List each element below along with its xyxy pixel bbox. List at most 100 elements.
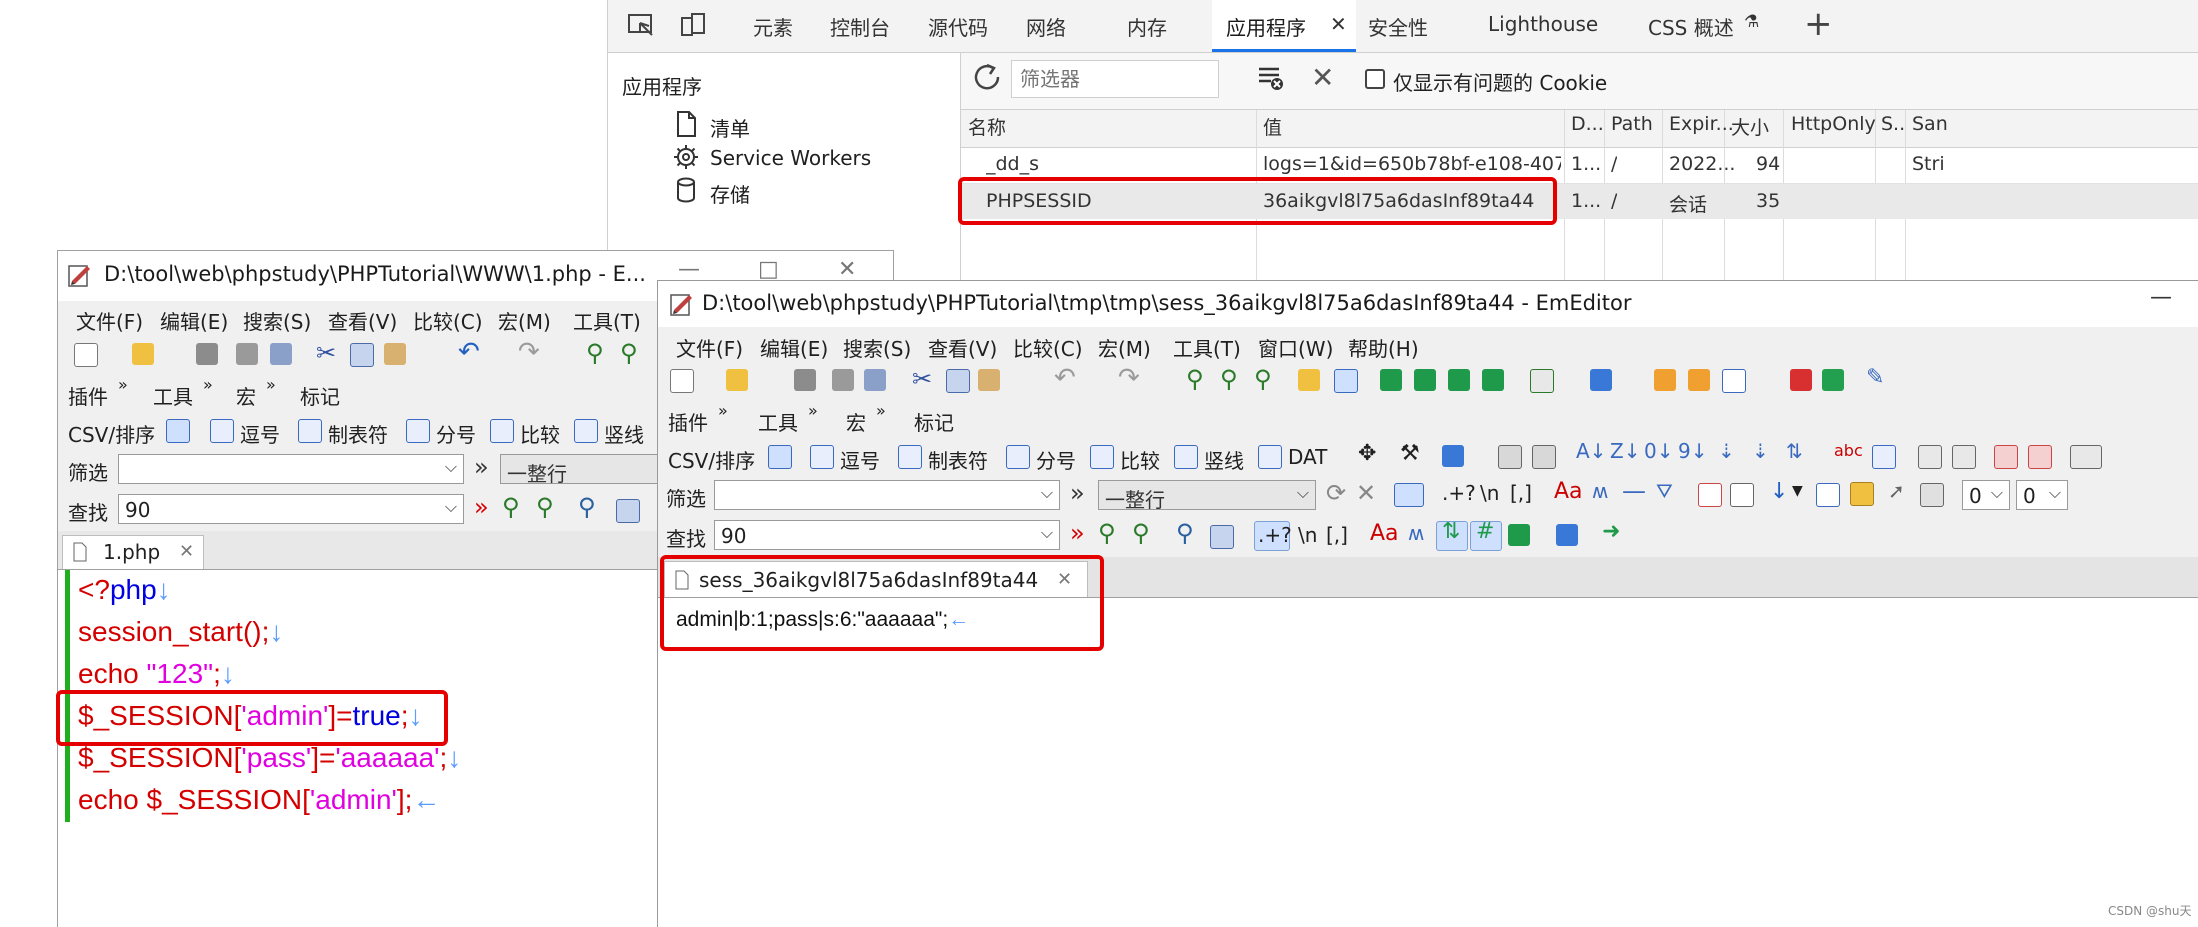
calendar-icon[interactable] (1872, 445, 1896, 469)
column-icon-2[interactable] (1532, 445, 1556, 469)
refresh-icon[interactable] (973, 63, 1003, 93)
dropdown-icon[interactable]: ▼ (1792, 483, 1803, 499)
csv-sort-label[interactable]: CSV/排序 (668, 445, 755, 474)
match-case-icon[interactable]: Aa (1554, 479, 1583, 504)
only-issues-checkbox[interactable] (1365, 69, 1385, 89)
lock-icon[interactable] (1850, 482, 1874, 506)
clear-filter-icon[interactable] (1257, 65, 1285, 91)
tab-memory[interactable]: 内存 (1127, 12, 1167, 41)
menu-edit[interactable]: 编辑(E) (760, 333, 828, 362)
toolbar-green-icon-1[interactable] (1380, 369, 1402, 391)
escape-seq-icon[interactable]: \n (1480, 481, 1499, 505)
dash-icon[interactable]: — (1622, 477, 1646, 505)
menu-search[interactable]: 搜索(S) (843, 333, 911, 362)
close-tab-icon[interactable]: ✕ (179, 541, 194, 562)
regex-icon[interactable]: .+? (1442, 481, 1476, 505)
print-preview-icon[interactable] (864, 369, 886, 391)
copy-icon[interactable] (350, 343, 374, 367)
find-all-icon[interactable] (1210, 525, 1234, 549)
tab-elements[interactable]: 元素 (753, 12, 793, 41)
find-next-icon[interactable]: ⚲ (536, 493, 554, 521)
csv-tools-icon[interactable]: ⚒ (1400, 441, 1420, 466)
properties-icon[interactable] (1654, 369, 1676, 391)
menu-compare[interactable]: 比较(C) (1013, 333, 1083, 362)
csv-tab[interactable]: 制表符 (928, 445, 988, 474)
csv-compare[interactable]: 比较 (520, 419, 560, 448)
open-folder-icon[interactable] (132, 343, 154, 365)
tab-sources[interactable]: 源代码 (928, 12, 988, 41)
close-icon[interactable]: ✕ (1330, 12, 1347, 36)
find-previous-icon[interactable]: ⚲ (1098, 519, 1116, 547)
menu-tools[interactable]: 工具(T) (1173, 333, 1241, 362)
report-icon-1[interactable] (1698, 483, 1722, 507)
stop-icon[interactable] (1790, 369, 1812, 391)
print-icon[interactable] (832, 369, 854, 391)
csv-grid-icon[interactable] (768, 445, 792, 469)
sort-az-icon[interactable]: A↓ (1576, 439, 1606, 463)
sort-length-desc-icon[interactable]: ⇣ (1752, 439, 1769, 463)
escape-seq-icon[interactable]: \n (1298, 523, 1317, 547)
match-case-icon[interactable]: Aa (1370, 521, 1399, 546)
column-header-value[interactable]: 值 (1263, 113, 1282, 140)
numeric-select-2[interactable]: 0 ⌵ (2016, 480, 2068, 510)
settings-icon[interactable] (1920, 483, 1944, 507)
save-icon[interactable] (794, 369, 816, 391)
filter-input[interactable]: ⌵ (118, 454, 464, 484)
print-preview-icon[interactable] (270, 343, 292, 365)
split-icon-1[interactable] (1918, 445, 1942, 469)
open-folder-icon[interactable] (726, 369, 748, 391)
csv-tab[interactable]: 制表符 (328, 419, 388, 448)
find-all-icon[interactable] (616, 499, 640, 523)
chevron-icon[interactable]: » (474, 493, 489, 521)
menu-compare[interactable]: 比较(C) (413, 306, 483, 335)
chevron-icon[interactable]: » (1070, 479, 1085, 507)
find-next-icon[interactable]: ⚲ (1132, 519, 1150, 547)
column-header-path[interactable]: Path (1611, 113, 1653, 135)
brackets-icon[interactable]: [,] (1510, 481, 1532, 505)
list-icon[interactable] (1508, 524, 1530, 546)
clear-filter-icon[interactable]: ✕ (1356, 479, 1376, 507)
find-icon[interactable]: ⚲ (586, 339, 604, 367)
pin-icon[interactable]: ✎ (1866, 365, 1884, 390)
ruler-icon-1[interactable] (1994, 445, 2018, 469)
more-options-icon[interactable] (2070, 445, 2102, 469)
paste-icon[interactable] (384, 343, 406, 365)
toolbar-markers[interactable]: 标记 (914, 407, 954, 436)
undo-icon[interactable]: ↶ (458, 337, 480, 367)
find-next-icon[interactable]: ⚲ (1220, 365, 1238, 393)
menu-tools[interactable]: 工具(T) (573, 306, 641, 335)
menu-macro[interactable]: 宏(M) (498, 306, 551, 335)
cookie-filter-input[interactable] (1011, 60, 1219, 98)
toolbar-green-icon-4[interactable] (1482, 369, 1504, 391)
document-tab[interactable]: 1.php ✕ (62, 535, 204, 570)
sort-90-icon[interactable]: 9↓ (1678, 439, 1707, 463)
chevron-icon[interactable]: » (474, 453, 489, 481)
device-toolbar-icon[interactable] (680, 12, 706, 38)
menu-view[interactable]: 查看(V) (928, 333, 997, 362)
toolbar-macro[interactable]: 宏 (846, 407, 866, 436)
inspect-element-icon[interactable] (628, 14, 654, 36)
csv-semicolon[interactable]: 分号 (1036, 445, 1076, 474)
redo-icon[interactable]: ↷ (1118, 363, 1140, 393)
find-input[interactable]: 90 ⌵ (714, 520, 1060, 550)
brackets-icon[interactable]: [,] (1326, 523, 1348, 547)
menu-search[interactable]: 搜索(S) (243, 306, 311, 335)
clear-all-icon[interactable]: ✕ (1311, 61, 1334, 94)
whole-word-icon[interactable]: ʍ (1408, 521, 1424, 545)
sort-length-icon[interactable]: ⇣ (1718, 439, 1735, 463)
split-icon-2[interactable] (1952, 445, 1976, 469)
menu-help[interactable]: 帮助(H) (1348, 333, 1419, 362)
csv-comma[interactable]: 逗号 (840, 445, 880, 474)
sort-09-icon[interactable]: 0↓ (1644, 439, 1673, 463)
csv-grid-icon[interactable] (166, 419, 190, 443)
menu-window[interactable]: 窗口(W) (1258, 333, 1333, 362)
toolbar-tools[interactable]: 工具 (153, 381, 193, 410)
find-in-files-icon[interactable] (1298, 369, 1320, 391)
filter-mode-select[interactable]: 一整行 ⌵ (1098, 480, 1316, 512)
pointer-icon[interactable]: ➚ (1888, 479, 1905, 503)
cut-icon[interactable]: ✂ (316, 339, 336, 367)
add-tab-icon[interactable]: + (1804, 4, 1833, 44)
toolbar-markers[interactable]: 标记 (300, 381, 340, 410)
toolbar-plugins[interactable]: 插件 (68, 381, 108, 410)
filter-input[interactable]: ⌵ (714, 480, 1060, 510)
